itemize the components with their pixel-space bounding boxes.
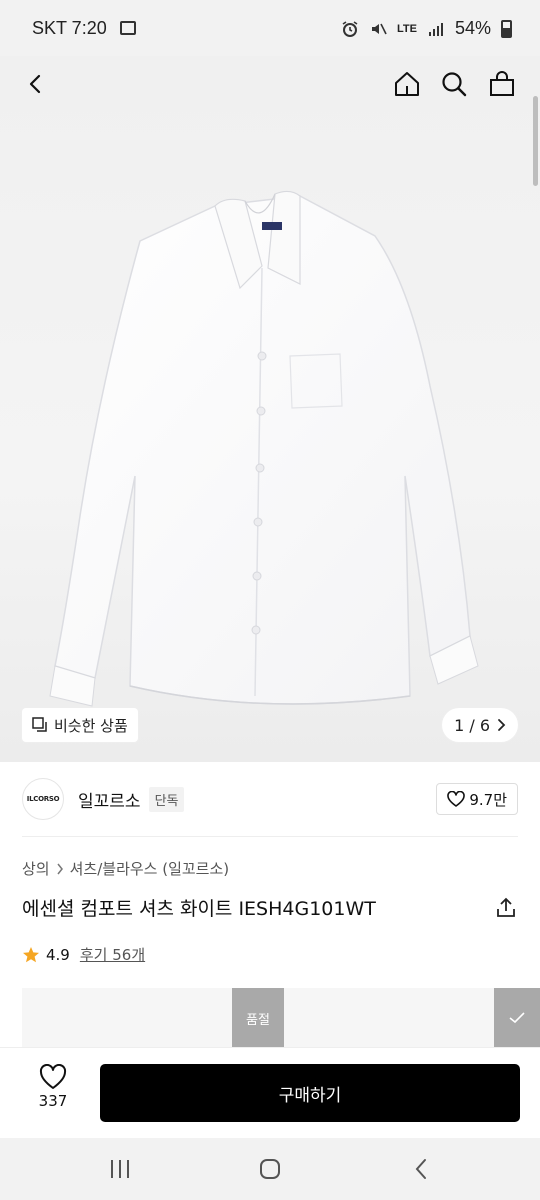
share-icon bbox=[497, 897, 515, 917]
brand-logo[interactable]: ILCORSO bbox=[22, 778, 64, 820]
share-button[interactable] bbox=[494, 896, 518, 920]
wishlist-count: 337 bbox=[38, 1092, 68, 1110]
rating-value: 4.9 bbox=[46, 945, 70, 964]
cart-button[interactable] bbox=[480, 62, 524, 106]
product-title: 에센셜 컴포트 셔츠 화이트 IESH4G101WT bbox=[22, 898, 376, 920]
breadcrumb-category[interactable]: 상의 bbox=[22, 858, 50, 879]
gallery-notification-icon bbox=[120, 21, 136, 35]
network-type: LTE bbox=[397, 22, 417, 35]
check-option[interactable] bbox=[494, 988, 540, 1048]
buy-button[interactable]: 구매하기 bbox=[100, 1064, 520, 1122]
mute-icon bbox=[372, 23, 387, 34]
system-navigation-bar bbox=[0, 1138, 540, 1200]
soldout-label: 품절 bbox=[246, 1012, 270, 1028]
product-image bbox=[49, 190, 479, 707]
similar-icon bbox=[32, 717, 47, 732]
search-button[interactable] bbox=[432, 62, 476, 106]
reviews-link[interactable]: 후기 56개 bbox=[80, 944, 145, 965]
back-icon bbox=[29, 74, 41, 94]
similar-products-label: 비슷한 상품 bbox=[54, 716, 128, 735]
home-button[interactable] bbox=[385, 62, 429, 106]
similar-products-button[interactable]: 비슷한 상품 bbox=[22, 708, 138, 742]
home-icon bbox=[395, 72, 419, 96]
image-pager[interactable]: 1 / 6 bbox=[442, 708, 518, 742]
product-image-gallery[interactable]: 비슷한 상품 1 / 6 bbox=[0, 56, 540, 762]
wishlist-button[interactable]: 337 bbox=[28, 1064, 78, 1110]
brand-name[interactable]: 일꼬르소 bbox=[78, 787, 141, 812]
pager-text: 1 / 6 bbox=[454, 715, 490, 735]
status-bar: SKT 7:20 LTE 54% bbox=[0, 0, 540, 56]
scrollbar[interactable] bbox=[533, 96, 538, 186]
chevron-right-icon bbox=[57, 863, 63, 874]
back-button[interactable] bbox=[14, 62, 58, 106]
battery-icon bbox=[501, 19, 512, 38]
buy-button-label: 구매하기 bbox=[278, 1085, 342, 1106]
brand-row: ILCORSO 일꼬르소 단독 9.7만 bbox=[22, 772, 518, 826]
brand-like-count: 9.7만 bbox=[469, 790, 507, 809]
exclusive-badge: 단독 bbox=[148, 786, 185, 812]
brand-like-button[interactable]: 9.7만 bbox=[436, 783, 518, 815]
alarm-icon bbox=[342, 20, 358, 37]
bottom-action-bar: 337 구매하기 bbox=[0, 1048, 540, 1138]
check-icon bbox=[509, 1012, 525, 1024]
heart-icon bbox=[447, 791, 466, 807]
breadcrumb-subcategory[interactable]: 셔츠/블라우스 (일꼬르소) bbox=[70, 858, 230, 879]
brand-logo-text: ILCORSO bbox=[26, 795, 60, 803]
heart-icon bbox=[39, 1064, 67, 1089]
shopping-bag-icon bbox=[490, 71, 514, 96]
battery-percent: 54% bbox=[454, 18, 491, 38]
star-icon bbox=[23, 946, 39, 962]
back-icon bbox=[415, 1159, 426, 1179]
signal-icon bbox=[428, 22, 443, 36]
home-circle-icon bbox=[260, 1159, 280, 1179]
breadcrumb: 상의 셔츠/블라우스 (일꼬르소) bbox=[22, 858, 229, 879]
rating-row: 4.9 후기 56개 bbox=[22, 944, 145, 965]
recents-icon bbox=[111, 1160, 129, 1178]
status-time: SKT 7:20 bbox=[32, 18, 107, 38]
search-icon bbox=[442, 72, 467, 97]
system-back-button[interactable] bbox=[406, 1154, 436, 1184]
home-system-button[interactable] bbox=[255, 1154, 285, 1184]
option-strip: 품절 bbox=[22, 988, 540, 1048]
recents-button[interactable] bbox=[105, 1154, 135, 1184]
divider bbox=[22, 836, 518, 837]
status-icons: LTE 54% bbox=[341, 18, 512, 39]
chevron-right-icon bbox=[498, 719, 506, 731]
soldout-option[interactable]: 품절 bbox=[232, 988, 284, 1048]
